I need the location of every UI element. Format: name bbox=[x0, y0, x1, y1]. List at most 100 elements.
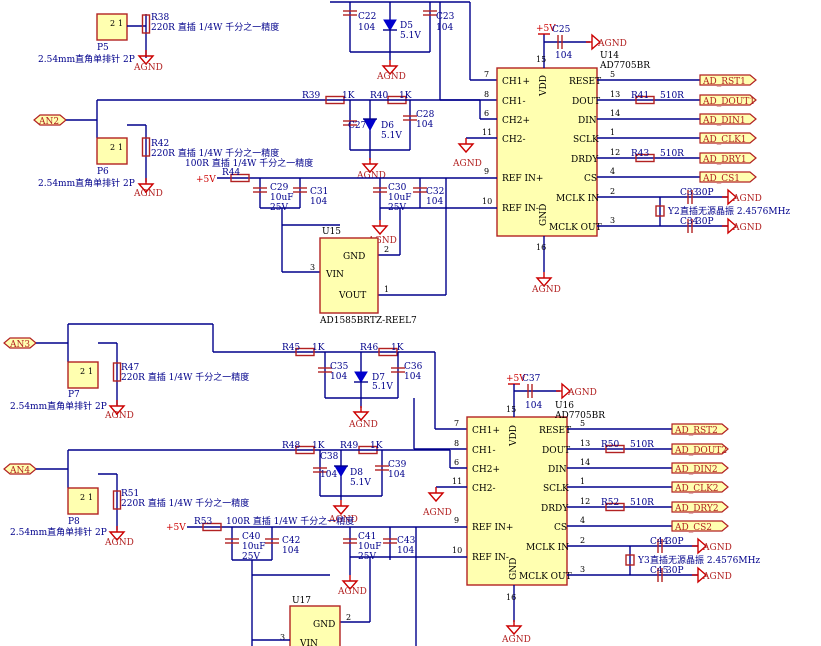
u14-pin5: 5 bbox=[610, 70, 615, 79]
u16-pin7: 7 bbox=[454, 419, 459, 428]
res-r53-label: R53 bbox=[194, 517, 213, 527]
u14-drdy: DRDY bbox=[571, 155, 599, 165]
cap-c39-value: 104 bbox=[388, 470, 405, 480]
gnd-d5-label: AGND bbox=[376, 72, 406, 82]
an4-label: AN4 bbox=[9, 466, 30, 476]
u14-vdd: VDD bbox=[539, 75, 549, 97]
cap-c25-label: C25 bbox=[552, 25, 571, 35]
u16-pin9: 9 bbox=[454, 516, 459, 525]
crystal-y3: C44 30P C45 30P Y3 直插无源晶振 2.4576MHz AGND… bbox=[567, 537, 760, 583]
digital-nets-u14: R41 510R R43 510R AD_RST1 AD_DOUT1 AD_DI… bbox=[597, 74, 757, 184]
u16-pin3: 3 bbox=[580, 565, 585, 574]
cap-c33-value: 30P bbox=[696, 188, 714, 198]
res-r52-value: 510R bbox=[630, 498, 654, 508]
cap-c27-label: C27 bbox=[348, 121, 367, 131]
u14-pin6: 6 bbox=[484, 109, 489, 118]
adc-u16: U16 AD7705BR VDD 15 CH1+ CH1- CH2+ CH2- … bbox=[452, 392, 605, 645]
u16-ch1n: CH1- bbox=[472, 446, 496, 456]
p5-label: P5 bbox=[97, 43, 109, 53]
u14-pin13: 13 bbox=[610, 90, 620, 99]
p8-desc: 2.54mm直角单排针 2P bbox=[10, 526, 107, 538]
adc-block-2: AN3 R45 1K R46 1K C35 104 D7 5.1V C36 10… bbox=[3, 323, 760, 646]
u14-pin12: 12 bbox=[610, 148, 620, 157]
cap-c35-value: 104 bbox=[330, 372, 347, 382]
cap-c41-voltage: 25V bbox=[358, 552, 376, 562]
u14-pin11: 11 bbox=[482, 128, 492, 137]
cap-c28-value: 104 bbox=[416, 120, 433, 130]
u14-pin3: 3 bbox=[610, 216, 615, 225]
res-r44-note: 100R 直插 1/4W 千分之一精度 bbox=[185, 157, 313, 169]
res-r45-label: R45 bbox=[282, 343, 301, 353]
zener-d6-value: 5.1V bbox=[381, 131, 402, 141]
cap-c43-label: C43 bbox=[397, 536, 416, 546]
res-r44-label: R44 bbox=[222, 168, 241, 178]
vdd-decoupling-u16: +5V C37 104 AGND bbox=[506, 374, 597, 411]
u16-pin10: 10 bbox=[452, 546, 462, 555]
u16-mclkout: MCLK OUT bbox=[519, 572, 572, 582]
u14-pin15: 15 bbox=[536, 55, 546, 64]
cap-c43-value: 104 bbox=[397, 546, 414, 556]
adc-block-1: C22 104 D5 5.1V C23 104 AGND 2 1 P5 2.54… bbox=[33, 1, 790, 326]
net-ad-clk1: AD_CLK1 bbox=[702, 135, 747, 145]
cap-c32-value: 104 bbox=[426, 197, 443, 207]
res-r51-label: R51 bbox=[121, 489, 139, 499]
zener-d7-value: 5.1V bbox=[372, 382, 393, 392]
p5-pin2: 2 bbox=[110, 19, 115, 28]
u16-pin6: 6 bbox=[454, 458, 459, 467]
net-ad-rst1: AD_RST1 bbox=[702, 77, 746, 87]
cap-c23-label: C23 bbox=[436, 12, 455, 22]
u16-dout: DOUT bbox=[542, 446, 570, 456]
u14-pin16: 16 bbox=[536, 243, 546, 252]
u14-pin8: 8 bbox=[484, 90, 489, 99]
gnd-u14-label: AGND bbox=[531, 285, 561, 295]
cap-c32-label: C32 bbox=[426, 187, 444, 197]
res-r50-value: 510R bbox=[630, 440, 654, 450]
u14-gnd: GND bbox=[539, 204, 549, 226]
net-ad-din2: AD_DIN2 bbox=[674, 465, 718, 475]
p5-desc: 2.54mm直角单排针 2P bbox=[38, 53, 135, 65]
u16-sclk: SCLK bbox=[543, 484, 569, 494]
u14-pin9: 9 bbox=[484, 167, 489, 176]
cap-c40-voltage: 25V bbox=[242, 552, 260, 562]
u14-ch2p: CH2+ bbox=[502, 116, 530, 126]
u15-pin3: 3 bbox=[310, 263, 315, 272]
cap-c42-value: 104 bbox=[282, 546, 299, 556]
p8-pin1: 1 bbox=[88, 493, 93, 502]
u17-vin: VIN bbox=[299, 639, 318, 646]
res-r43-value: 510R bbox=[660, 149, 684, 159]
pwr-5v-r44: +5V bbox=[196, 175, 216, 185]
u14-ref: U14 bbox=[600, 51, 619, 61]
gnd-c41-label: AGND bbox=[337, 587, 367, 597]
p7-pin1: 1 bbox=[88, 367, 93, 376]
res-r41-value: 510R bbox=[660, 91, 684, 101]
u16-pin11: 11 bbox=[452, 477, 462, 486]
y3-label: Y3 bbox=[637, 556, 650, 566]
gnd-d6-label: AGND bbox=[356, 171, 386, 181]
crystal-y2: C33 30P C34 30P Y2 直插无源晶振 2.4576MHz AGND… bbox=[597, 188, 790, 234]
u17-gnd: GND bbox=[313, 620, 335, 630]
u16-pin1: 1 bbox=[580, 477, 585, 486]
cap-c41-label: C41 bbox=[358, 532, 376, 542]
gnd-ch2n-2-label: AGND bbox=[422, 508, 452, 518]
an3-label: AN3 bbox=[9, 340, 30, 350]
cap-c29-voltage: 25V bbox=[270, 203, 288, 213]
gnd-c33-label: AGND bbox=[732, 194, 762, 204]
gnd-p7-label: AGND bbox=[104, 411, 134, 421]
u16-ch2p: CH2+ bbox=[472, 465, 500, 475]
cap-c31-value: 104 bbox=[310, 197, 327, 207]
u14-cs: CS bbox=[584, 174, 597, 184]
u14-mclkout: MCLK OUT bbox=[549, 223, 602, 233]
u16-vdd: VDD bbox=[509, 425, 519, 447]
u15-vin: VIN bbox=[325, 270, 344, 280]
net-ad-rst2: AD_RST2 bbox=[674, 426, 718, 436]
p7-label: P7 bbox=[68, 390, 80, 400]
cap-c34-value: 30P bbox=[696, 217, 714, 227]
cap-c44-value: 30P bbox=[666, 537, 684, 547]
u14-pin10: 10 bbox=[482, 197, 492, 206]
res-r52-label: R52 bbox=[601, 498, 619, 508]
res-r46-label: R46 bbox=[360, 343, 379, 353]
cap-c40-label: C40 bbox=[242, 532, 261, 542]
u15-gnd: GND bbox=[343, 252, 365, 262]
connector-p5: 2 1 P5 2.54mm直角单排针 2P R38 220R 直插 1/4W 千… bbox=[38, 13, 279, 73]
gnd-ch2n-label: AGND bbox=[452, 159, 482, 169]
